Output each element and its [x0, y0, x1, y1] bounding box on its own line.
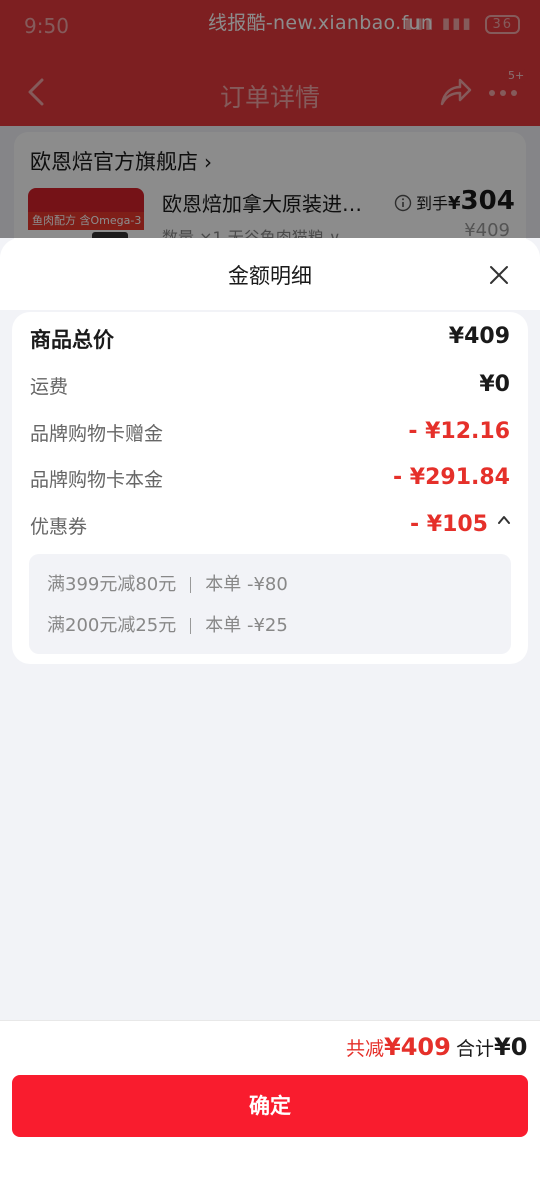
row-value-goods-total: ¥409 [448, 324, 510, 349]
sheet-header: 金额明细 [0, 238, 540, 310]
modal-overlay[interactable] [0, 0, 540, 238]
coupon-item: 满399元减80元 本单 -¥80 [47, 570, 288, 596]
close-icon[interactable] [486, 262, 512, 288]
row-label-goods-total: 商品总价 [30, 328, 114, 352]
amount-detail-card: 商品总价 ¥409 运费 ¥0 品牌购物卡赠金 - ¥12.16 品牌购物卡本金… [12, 312, 528, 664]
row-value-coupon[interactable]: - ¥105 [410, 512, 488, 537]
total-label: 合计 [456, 1038, 495, 1060]
divider [190, 577, 192, 593]
total-saved: 共减¥409 [346, 1033, 451, 1061]
row-label-card-principal: 品牌购物卡本金 [30, 469, 164, 491]
sheet-footer: 共减¥409 合计¥0 确定 [0, 1020, 540, 1192]
total-payable: 合计¥0 [456, 1033, 527, 1061]
saved-label: 共减 [346, 1038, 385, 1060]
coupon-applied: 本单 -¥80 [205, 574, 288, 595]
sheet-title: 金额明细 [228, 264, 312, 288]
row-value-card-bonus: - ¥12.16 [408, 419, 510, 444]
coupon-list: 满399元减80元 本单 -¥80 满200元减25元 本单 -¥25 [29, 554, 511, 654]
row-label-shipping: 运费 [30, 376, 69, 398]
total-amount: ¥0 [494, 1033, 528, 1061]
coupon-condition: 满200元减25元 [47, 615, 177, 636]
row-value-card-principal: - ¥291.84 [393, 465, 510, 490]
coupon-applied: 本单 -¥25 [205, 615, 288, 636]
coupon-condition: 满399元减80元 [47, 574, 177, 595]
row-label-coupon[interactable]: 优惠券 [30, 512, 87, 539]
row-label-card-bonus: 品牌购物卡赠金 [30, 423, 164, 445]
confirm-button[interactable]: 确定 [12, 1075, 528, 1137]
row-value-shipping: ¥0 [479, 372, 510, 397]
coupon-item: 满200元减25元 本单 -¥25 [47, 611, 288, 637]
chevron-up-icon[interactable] [496, 512, 512, 528]
divider [190, 618, 192, 634]
saved-amount: ¥409 [384, 1033, 451, 1061]
